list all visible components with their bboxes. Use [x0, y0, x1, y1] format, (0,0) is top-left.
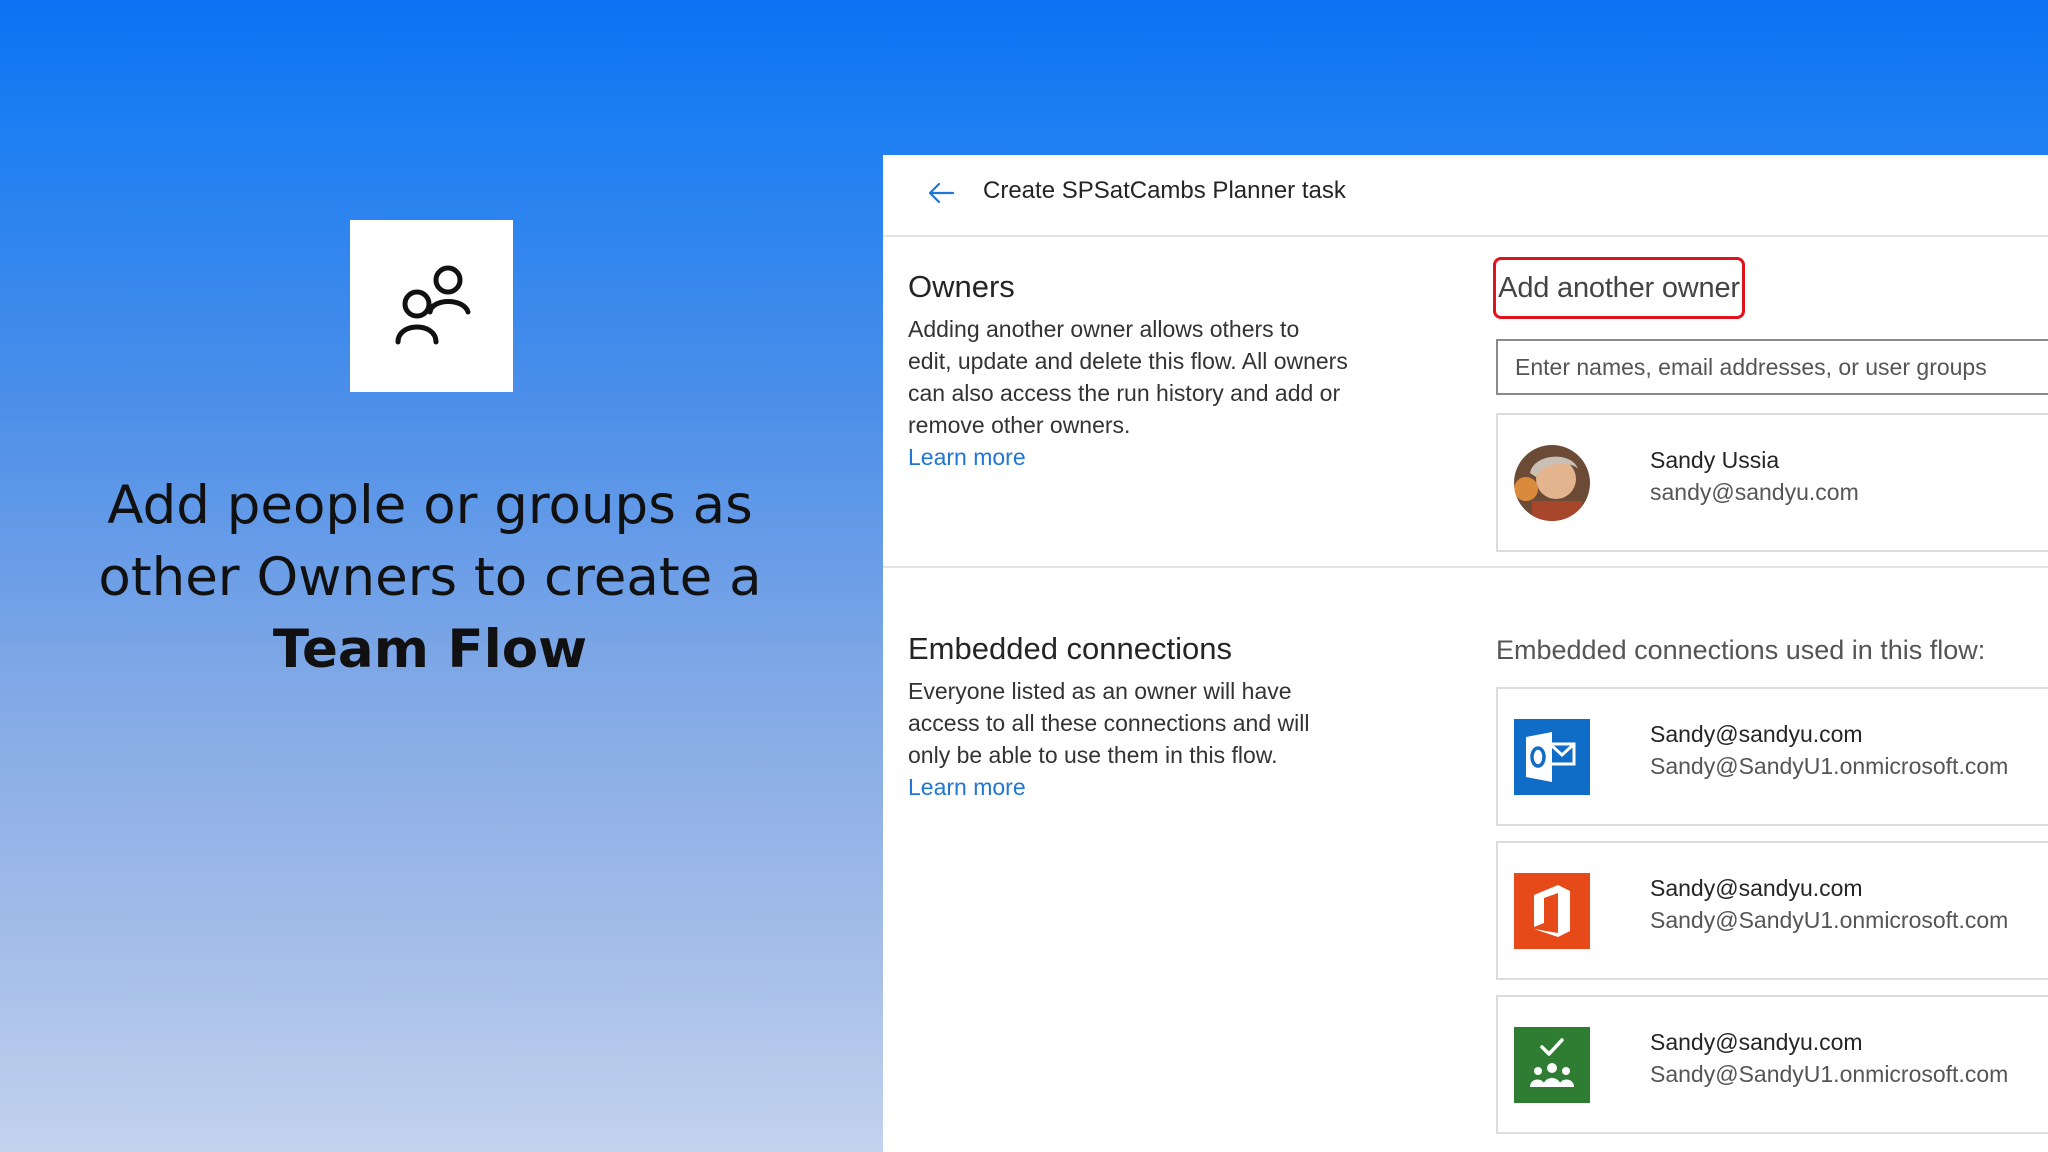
office-icon [1512, 871, 1592, 951]
owners-description: Adding another owner allows others to ed… [908, 316, 1348, 438]
outlook-icon [1512, 717, 1592, 797]
embedded-heading: Embedded connections [908, 631, 1233, 666]
embedded-learn-more-link[interactable]: Learn more [908, 771, 1348, 803]
owner-card: Sandy Ussia sandy@sandyu.com [1496, 413, 2048, 552]
user-avatar [1512, 443, 1592, 523]
back-arrow-icon[interactable] [923, 177, 963, 209]
caption-line-1: Add people or groups as [107, 475, 753, 536]
connection-tenant: Sandy@SandyU1.onmicrosoft.com [1650, 907, 2009, 933]
caption-line-2: other Owners to create a [98, 547, 762, 608]
page-title: Create SPSatCambs Planner task [983, 177, 1346, 204]
owners-description-block: Adding another owner allows others to ed… [908, 313, 1348, 473]
connection-account: Sandy@sandyu.com [1650, 721, 1863, 747]
panel-header: Create SPSatCambs Planner task [883, 155, 2048, 237]
connection-tenant: Sandy@SandyU1.onmicrosoft.com [1650, 753, 2009, 779]
planner-icon [1512, 1025, 1592, 1105]
connection-tenant: Sandy@SandyU1.onmicrosoft.com [1650, 1061, 2009, 1087]
owner-search-input[interactable] [1496, 339, 2048, 395]
embedded-description: Everyone listed as an owner will have ac… [908, 678, 1310, 768]
owners-heading: Owners [908, 269, 1015, 304]
add-another-owner-label: Add another owner [1493, 257, 1745, 319]
connection-account: Sandy@sandyu.com [1650, 1029, 1863, 1055]
people-icon [395, 265, 470, 345]
embedded-description-block: Everyone listed as an owner will have ac… [908, 675, 1348, 803]
connection-card-office: Sandy@sandyu.com Sandy@SandyU1.onmicroso… [1496, 841, 2048, 980]
people-icon-tile [350, 220, 513, 392]
owner-name: Sandy Ussia [1650, 447, 1780, 473]
connection-card-outlook: Sandy@sandyu.com Sandy@SandyU1.onmicroso… [1496, 687, 2048, 826]
connection-card-planner: Sandy@sandyu.com Sandy@SandyU1.onmicroso… [1496, 995, 2048, 1134]
owners-learn-more-link[interactable]: Learn more [908, 441, 1348, 473]
owner-email: sandy@sandyu.com [1650, 479, 1859, 505]
slide-caption: Add people or groups as other Owners to … [40, 470, 820, 686]
embedded-connections-label: Embedded connections used in this flow: [1496, 635, 1986, 665]
caption-bold: Team Flow [272, 619, 588, 680]
section-divider [883, 566, 2048, 568]
flow-settings-panel: Create SPSatCambs Planner task Owners Ad… [883, 155, 2048, 1152]
connection-account: Sandy@sandyu.com [1650, 875, 1863, 901]
